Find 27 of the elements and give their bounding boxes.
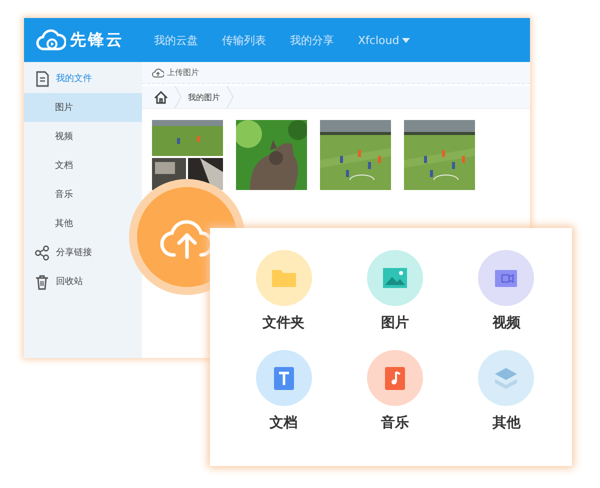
caret-icon — [402, 38, 410, 42]
document-icon — [34, 70, 50, 86]
sidebar-item[interactable]: 我的文件 — [24, 64, 92, 93]
breadcrumb-link[interactable]: 我的图片 — [188, 92, 220, 102]
home-button[interactable] — [154, 90, 168, 104]
sidebar-item[interactable]: 视频 — [24, 122, 73, 151]
sidebar-item[interactable]: 文档 — [24, 151, 73, 180]
logo-text: 先锋云 — [70, 30, 124, 50]
sidebar-item[interactable]: 图片 — [24, 93, 142, 122]
trash-icon — [34, 274, 50, 290]
upload-option[interactable]: 文档 — [228, 350, 340, 450]
home-icon — [154, 90, 168, 104]
upload-button[interactable]: 上传图片 — [152, 67, 199, 78]
cloud-logo-icon — [36, 29, 66, 51]
chevron-icon — [226, 86, 234, 108]
upload-option[interactable]: 视频 — [450, 250, 562, 350]
upload-option[interactable]: 音乐 — [339, 350, 451, 450]
upload-option[interactable]: 文件夹 — [228, 250, 340, 350]
share-icon — [34, 244, 50, 260]
sidebar-item[interactable]: 分享链接 — [24, 238, 92, 267]
sidebar-item[interactable]: 回收站 — [24, 267, 83, 296]
cloud-upload-icon — [152, 68, 164, 78]
sidebar-item[interactable]: 音乐 — [24, 180, 73, 209]
chevron-icon — [174, 86, 182, 108]
upload-option[interactable]: 图片 — [339, 250, 451, 350]
upload-option[interactable]: 其他 — [450, 350, 562, 450]
sidebar-item[interactable]: 其他 — [24, 209, 73, 238]
